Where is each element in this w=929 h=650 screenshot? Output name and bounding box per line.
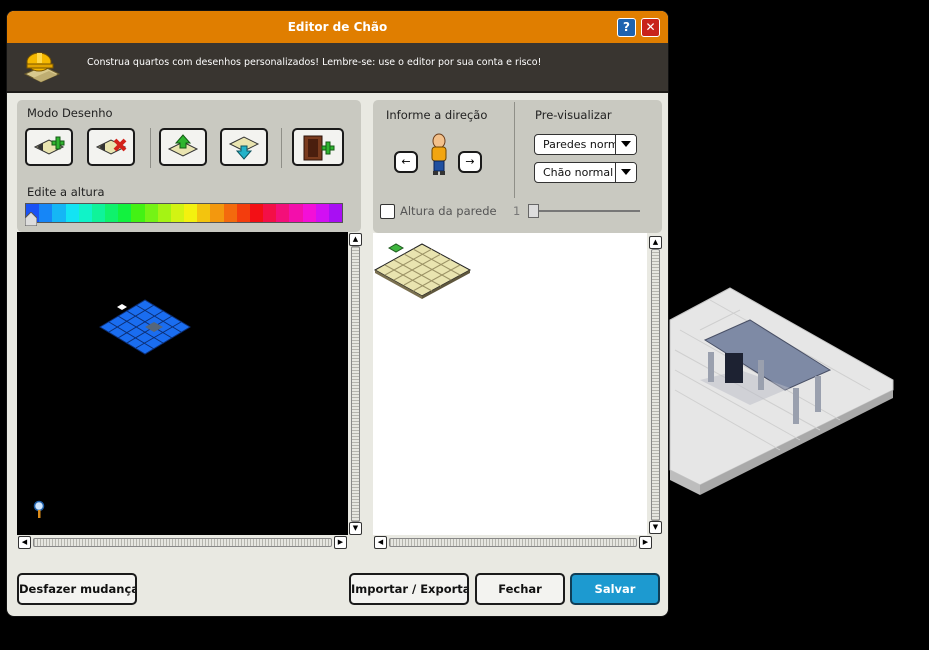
floor-select-value: Chão normal (543, 166, 614, 179)
save-button[interactable]: Salvar (570, 573, 660, 605)
toolbar-separator (150, 128, 151, 168)
height-swatch[interactable] (249, 204, 264, 222)
room-preview-floor (373, 243, 472, 299)
direction-label: Informe a direção (386, 108, 488, 122)
floor-plan-grid (99, 299, 191, 355)
height-swatch[interactable] (78, 204, 92, 222)
door-icon (303, 135, 335, 161)
remove-tile-button[interactable] (87, 128, 135, 166)
toolbar-separator (281, 128, 282, 168)
lower-height-button[interactable] (220, 128, 268, 166)
height-swatch[interactable] (236, 204, 250, 222)
place-door-button[interactable] (292, 128, 344, 166)
draw-mode-label: Modo Desenho (27, 106, 113, 120)
scroll-down-button[interactable]: ▼ (349, 522, 362, 535)
height-swatch[interactable] (276, 204, 290, 222)
chevron-down-icon (615, 135, 636, 154)
floor-plan-canvas[interactable] (17, 232, 348, 536)
height-swatch[interactable] (289, 204, 303, 222)
height-swatch[interactable] (223, 204, 237, 222)
window-title: Editor de Chão (287, 20, 388, 34)
titlebar: Editor de Chão ? ✕ (7, 11, 668, 44)
height-swatch[interactable] (184, 204, 198, 222)
room-preview-canvas (373, 233, 647, 535)
help-button[interactable]: ? (617, 18, 636, 37)
wall-height-value: 1 (513, 204, 521, 218)
wall-height-checkbox[interactable] (380, 204, 395, 219)
preview-hscroll[interactable]: ◀ ▶ (373, 535, 653, 549)
height-swatch[interactable] (91, 204, 106, 222)
raise-height-button[interactable] (159, 128, 207, 166)
height-swatch[interactable] (197, 204, 211, 222)
raise-height-icon (167, 134, 199, 157)
height-swatch[interactable] (315, 204, 329, 222)
preview-label: Pre-visualizar (535, 108, 612, 122)
chevron-down-icon (615, 163, 636, 182)
wall-height-slider[interactable] (528, 204, 539, 218)
close-button[interactable]: ✕ (641, 18, 660, 37)
height-swatch[interactable] (302, 204, 316, 222)
info-banner: Construa quartos com desenhos personaliz… (7, 43, 668, 93)
banner-text: Construa quartos com desenhos personaliz… (87, 57, 542, 68)
scroll-right-button[interactable]: ▶ (334, 536, 347, 549)
height-swatch[interactable] (118, 204, 132, 222)
wall-height-label: Altura da parede (400, 204, 497, 218)
scroll-up-button[interactable]: ▲ (349, 233, 362, 246)
height-swatch[interactable] (144, 204, 158, 222)
height-swatch[interactable] (157, 204, 171, 222)
construction-helmet-icon (23, 52, 61, 83)
walls-select[interactable]: Paredes normais (534, 134, 637, 155)
height-swatch[interactable] (105, 204, 119, 222)
zoom-icon[interactable] (33, 500, 45, 520)
avatar-icon (431, 133, 447, 175)
remove-tile-icon (95, 138, 127, 155)
scroll-down-button[interactable]: ▼ (649, 521, 662, 534)
height-swatch[interactable] (131, 204, 145, 222)
floor-plan-hscroll[interactable]: ◀ ▶ (17, 535, 348, 549)
wall-height-slider-track (530, 210, 640, 212)
preview-vscroll[interactable]: ▲ ▼ (648, 235, 662, 535)
add-tile-icon (33, 136, 65, 155)
height-swatch[interactable] (263, 204, 277, 222)
panel-divider (514, 102, 515, 198)
height-swatch[interactable] (170, 204, 185, 222)
height-swatch[interactable] (210, 204, 224, 222)
height-palette[interactable] (25, 203, 343, 223)
room-background-preview (669, 287, 894, 495)
lower-height-icon (228, 136, 260, 160)
floor-editor-window: Editor de Chão ? ✕ Construa quartos com … (7, 11, 668, 616)
scroll-up-button[interactable]: ▲ (649, 236, 662, 249)
height-swatch[interactable] (328, 204, 343, 222)
rotate-left-button[interactable]: ← (394, 151, 418, 173)
floor-plan-vscroll[interactable]: ▲ ▼ (348, 232, 362, 536)
scroll-left-button[interactable]: ◀ (374, 536, 387, 549)
height-label: Edite a altura (27, 185, 105, 199)
rotate-right-button[interactable]: → (458, 151, 482, 173)
height-swatch[interactable] (65, 204, 79, 222)
scroll-right-button[interactable]: ▶ (639, 536, 652, 549)
height-swatch[interactable] (39, 204, 53, 222)
add-tile-button[interactable] (25, 128, 73, 166)
undo-changes-button[interactable]: Desfazer mudanças (17, 573, 137, 605)
scroll-left-button[interactable]: ◀ (18, 536, 31, 549)
height-pointer-icon (25, 212, 37, 226)
height-swatch[interactable] (52, 204, 66, 222)
floor-select[interactable]: Chão normal (534, 162, 637, 183)
close-dialog-button[interactable]: Fechar (475, 573, 565, 605)
import-export-button[interactable]: Importar / Exportar (349, 573, 469, 605)
